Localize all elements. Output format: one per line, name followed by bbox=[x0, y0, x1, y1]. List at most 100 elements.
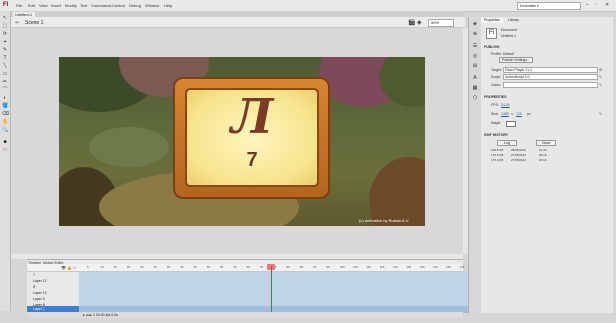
lock-icon[interactable]: 🔒 bbox=[67, 265, 72, 270]
menu-view[interactable]: View bbox=[39, 3, 48, 8]
script-label: Script: bbox=[491, 75, 501, 79]
history-date: 28/05/2012 bbox=[511, 148, 527, 152]
history-date: 27/05/2012 bbox=[511, 153, 527, 157]
deco-tool-icon[interactable]: ◐ bbox=[2, 95, 8, 101]
edit-symbols-icon[interactable]: ◈ bbox=[417, 19, 422, 26]
eye-icon[interactable]: 👁 bbox=[61, 265, 66, 270]
frame-number: 45 bbox=[193, 265, 197, 269]
frame-number: 130 bbox=[419, 265, 425, 269]
size-width[interactable]: 1280 bbox=[501, 112, 509, 116]
menu-text[interactable]: Text bbox=[80, 3, 87, 8]
swatches-panel-icon[interactable]: ⊕ bbox=[472, 31, 478, 37]
transform-panel-icon[interactable]: ⊞ bbox=[472, 63, 478, 69]
line-tool-icon[interactable]: ╲ bbox=[2, 63, 8, 69]
class-label: Class: bbox=[491, 83, 501, 87]
align-panel-icon[interactable]: ☰ bbox=[472, 43, 478, 49]
hand-tool-icon[interactable]: ✋ bbox=[2, 119, 8, 125]
zoom-tool-icon[interactable]: 🔍 bbox=[2, 127, 8, 133]
properties-section-header[interactable]: PROPERTIES bbox=[484, 95, 507, 99]
lasso-tool-icon[interactable]: ✎ bbox=[2, 47, 8, 53]
tab-library[interactable]: Library bbox=[505, 18, 522, 23]
properties-panel: Properties Library Fl Document Untitled-… bbox=[481, 17, 613, 313]
menu-insert[interactable]: Insert bbox=[51, 3, 61, 8]
size-height[interactable]: 720 bbox=[516, 112, 522, 116]
scene-label[interactable]: Scene 1 bbox=[25, 20, 43, 26]
doc-type-label: Document bbox=[501, 28, 517, 32]
menu-control[interactable]: Control bbox=[112, 3, 125, 8]
stage[interactable]: Л 7 (c) animation by Ruslan A.V. bbox=[59, 57, 425, 226]
pencil-tool-icon[interactable]: ✏ bbox=[2, 79, 8, 85]
stroke-color-icon[interactable]: ■ bbox=[2, 139, 8, 145]
menu-file[interactable]: File bbox=[16, 3, 22, 8]
frame-number: 90 bbox=[313, 265, 317, 269]
frame-number: 110 bbox=[366, 265, 372, 269]
maximize-button[interactable]: ▫ bbox=[595, 2, 597, 8]
tools-panel: ↖ ⬚ ⟳ ⌖ ✎ T ╲ ▭ ✏ ⌒ ◐ 🪣 ⌫ ✋ 🔍 ■ □ bbox=[0, 11, 11, 311]
back-arrow-icon[interactable]: ⇦ bbox=[15, 20, 19, 26]
sign-number: 7 bbox=[246, 149, 258, 171]
tab-properties[interactable]: Properties bbox=[481, 18, 503, 23]
color-panel-icon[interactable]: ◈ bbox=[472, 21, 478, 27]
frame-number: 135 bbox=[432, 265, 438, 269]
components-panel-icon[interactable]: ▦ bbox=[472, 85, 478, 91]
paint-bucket-tool-icon[interactable]: 🪣 bbox=[2, 103, 8, 109]
outline-icon[interactable]: □ bbox=[73, 265, 75, 270]
watermark-text: (c) animation by Ruslan A.V. bbox=[359, 218, 410, 223]
rock-cluster bbox=[89, 127, 169, 167]
target-label: Target: bbox=[491, 68, 502, 72]
edit-bar bbox=[11, 17, 465, 28]
brush-tool-icon[interactable]: ⌒ bbox=[2, 87, 8, 93]
fps-value[interactable]: 24.00 bbox=[501, 103, 510, 107]
clear-button[interactable]: Clear bbox=[536, 140, 556, 146]
document-icon: Fl bbox=[486, 28, 497, 39]
sign-letter: Л bbox=[230, 89, 274, 145]
publish-settings-button[interactable]: Publish Settings... bbox=[499, 57, 533, 63]
frame-number: 50 bbox=[206, 265, 211, 269]
frame-number: 145 bbox=[459, 265, 465, 269]
menu-help[interactable]: Help bbox=[164, 3, 172, 8]
stage-color-swatch[interactable] bbox=[506, 121, 516, 127]
menu-window[interactable]: Window bbox=[145, 3, 159, 8]
3d-rotation-tool-icon[interactable]: ⌖ bbox=[2, 39, 8, 45]
size-unit: px bbox=[527, 112, 531, 116]
selection-tool-icon[interactable]: ↖ bbox=[2, 15, 8, 21]
zoom-select[interactable]: 50% bbox=[428, 19, 454, 27]
swf-history-header[interactable]: SWF HISTORY bbox=[484, 133, 508, 137]
minimize-button[interactable]: – bbox=[586, 2, 589, 8]
target-select[interactable]: Flash Player 11.2 bbox=[503, 67, 598, 73]
frame-number: 105 bbox=[353, 265, 359, 269]
info-panel-icon[interactable]: ◎ bbox=[472, 53, 478, 59]
menu-debug[interactable]: Debug bbox=[129, 3, 141, 8]
size-label: Size: bbox=[491, 112, 499, 116]
frame-number: 65 bbox=[246, 265, 250, 269]
profile-label: Profile: Default bbox=[491, 52, 514, 56]
edit-size-icon[interactable]: ✎ bbox=[599, 112, 602, 116]
edit-scene-icon[interactable]: 🎬 bbox=[408, 19, 415, 26]
free-transform-tool-icon[interactable]: ⟳ bbox=[2, 31, 8, 37]
wrench-icon[interactable]: ⚙ bbox=[599, 68, 602, 72]
frame-number: 15 bbox=[113, 265, 117, 269]
motion-presets-icon[interactable]: ⬡ bbox=[472, 95, 478, 101]
frame-number: 40 bbox=[180, 265, 184, 269]
menu-edit[interactable]: Edit bbox=[28, 3, 35, 8]
class-input[interactable] bbox=[503, 82, 598, 88]
character-panel-icon[interactable]: A bbox=[472, 75, 478, 81]
log-button[interactable]: Log bbox=[497, 140, 517, 146]
wrench-icon[interactable]: ✎ bbox=[599, 75, 602, 79]
workspace-switcher[interactable]: Essentials ▾ bbox=[517, 2, 581, 10]
publish-section-header[interactable]: PUBLISH bbox=[484, 45, 499, 49]
menu-commands[interactable]: Commands bbox=[91, 3, 111, 8]
frame-number: 60 bbox=[233, 265, 237, 269]
close-button[interactable]: ✕ bbox=[605, 2, 609, 8]
fill-color-icon[interactable]: □ bbox=[2, 147, 8, 153]
frame-number: 55 bbox=[220, 265, 224, 269]
script-select[interactable]: ActionScript 3.0 bbox=[503, 74, 598, 80]
history-time: 12:44 bbox=[539, 148, 547, 152]
subselection-tool-icon[interactable]: ⬚ bbox=[2, 23, 8, 29]
rectangle-tool-icon[interactable]: ▭ bbox=[2, 71, 8, 77]
frame-number: 85 bbox=[299, 265, 304, 269]
text-tool-icon[interactable]: T bbox=[2, 55, 8, 61]
menu-modify[interactable]: Modify bbox=[65, 3, 77, 8]
edit-class-icon[interactable]: ✎ bbox=[599, 83, 602, 87]
eraser-tool-icon[interactable]: ⌫ bbox=[2, 111, 9, 117]
